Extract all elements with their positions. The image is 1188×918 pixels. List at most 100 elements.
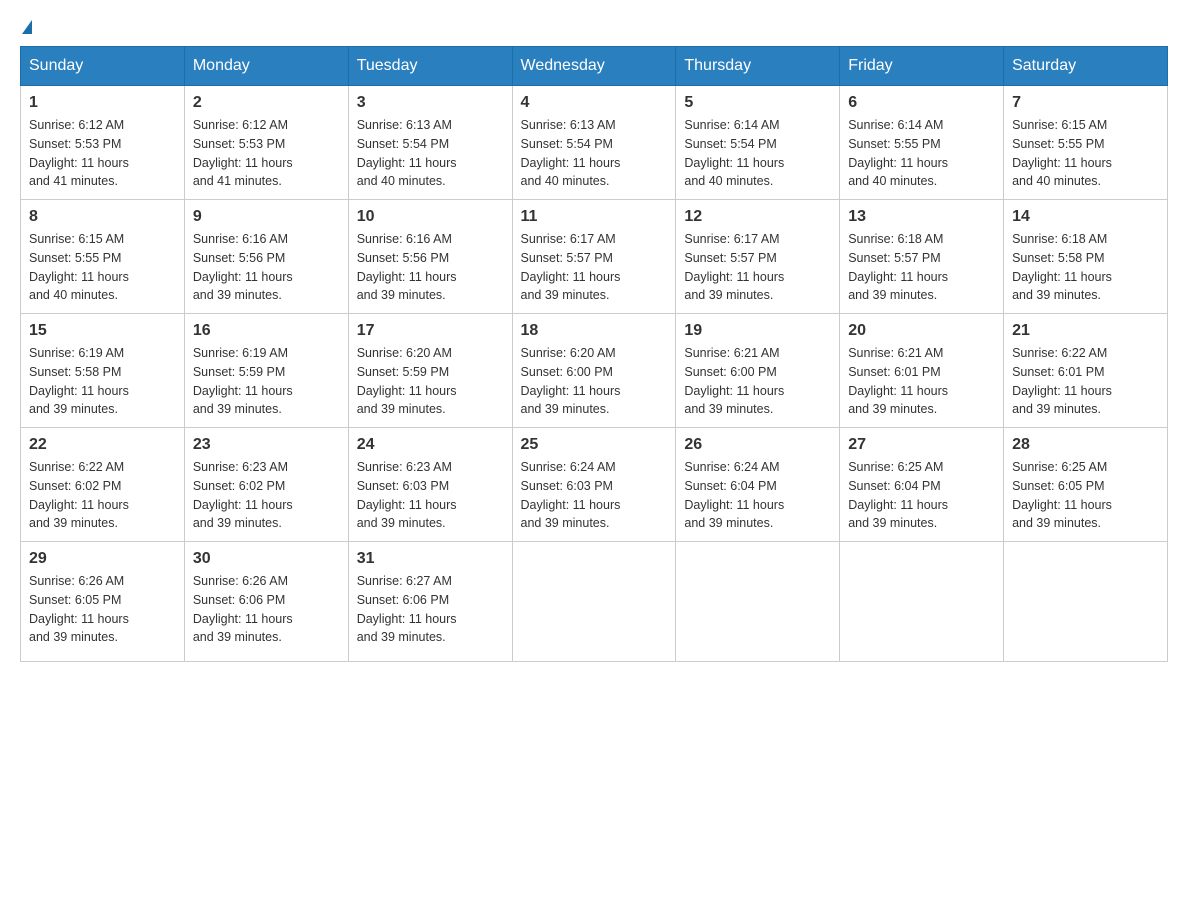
calendar-cell: 27 Sunrise: 6:25 AMSunset: 6:04 PMDaylig…	[840, 428, 1004, 542]
day-info: Sunrise: 6:21 AMSunset: 6:00 PMDaylight:…	[684, 346, 784, 416]
day-number: 13	[848, 208, 995, 226]
day-number: 11	[521, 208, 668, 226]
calendar-header-row: SundayMondayTuesdayWednesdayThursdayFrid…	[21, 47, 1168, 86]
day-number: 8	[29, 208, 176, 226]
calendar-cell	[840, 542, 1004, 662]
calendar-cell: 4 Sunrise: 6:13 AMSunset: 5:54 PMDayligh…	[512, 86, 676, 200]
calendar-cell: 13 Sunrise: 6:18 AMSunset: 5:57 PMDaylig…	[840, 200, 1004, 314]
calendar-cell: 23 Sunrise: 6:23 AMSunset: 6:02 PMDaylig…	[184, 428, 348, 542]
day-info: Sunrise: 6:22 AMSunset: 6:01 PMDaylight:…	[1012, 346, 1112, 416]
day-info: Sunrise: 6:19 AMSunset: 5:58 PMDaylight:…	[29, 346, 129, 416]
calendar-week-1: 1 Sunrise: 6:12 AMSunset: 5:53 PMDayligh…	[21, 86, 1168, 200]
day-number: 12	[684, 208, 831, 226]
day-number: 28	[1012, 436, 1159, 454]
day-info: Sunrise: 6:14 AMSunset: 5:55 PMDaylight:…	[848, 118, 948, 188]
day-info: Sunrise: 6:12 AMSunset: 5:53 PMDaylight:…	[29, 118, 129, 188]
calendar-cell: 2 Sunrise: 6:12 AMSunset: 5:53 PMDayligh…	[184, 86, 348, 200]
day-info: Sunrise: 6:17 AMSunset: 5:57 PMDaylight:…	[521, 232, 621, 302]
header-friday: Friday	[840, 47, 1004, 86]
day-info: Sunrise: 6:22 AMSunset: 6:02 PMDaylight:…	[29, 460, 129, 530]
day-info: Sunrise: 6:21 AMSunset: 6:01 PMDaylight:…	[848, 346, 948, 416]
day-info: Sunrise: 6:14 AMSunset: 5:54 PMDaylight:…	[684, 118, 784, 188]
calendar-cell: 9 Sunrise: 6:16 AMSunset: 5:56 PMDayligh…	[184, 200, 348, 314]
day-number: 21	[1012, 322, 1159, 340]
calendar-week-4: 22 Sunrise: 6:22 AMSunset: 6:02 PMDaylig…	[21, 428, 1168, 542]
calendar-cell: 3 Sunrise: 6:13 AMSunset: 5:54 PMDayligh…	[348, 86, 512, 200]
day-number: 22	[29, 436, 176, 454]
calendar-cell: 18 Sunrise: 6:20 AMSunset: 6:00 PMDaylig…	[512, 314, 676, 428]
calendar-cell	[512, 542, 676, 662]
calendar-cell: 28 Sunrise: 6:25 AMSunset: 6:05 PMDaylig…	[1004, 428, 1168, 542]
day-info: Sunrise: 6:13 AMSunset: 5:54 PMDaylight:…	[521, 118, 621, 188]
calendar-cell: 11 Sunrise: 6:17 AMSunset: 5:57 PMDaylig…	[512, 200, 676, 314]
day-info: Sunrise: 6:20 AMSunset: 5:59 PMDaylight:…	[357, 346, 457, 416]
calendar-cell: 22 Sunrise: 6:22 AMSunset: 6:02 PMDaylig…	[21, 428, 185, 542]
header-sunday: Sunday	[21, 47, 185, 86]
day-info: Sunrise: 6:26 AMSunset: 6:06 PMDaylight:…	[193, 574, 293, 644]
day-info: Sunrise: 6:19 AMSunset: 5:59 PMDaylight:…	[193, 346, 293, 416]
calendar-table: SundayMondayTuesdayWednesdayThursdayFrid…	[20, 46, 1168, 662]
day-info: Sunrise: 6:26 AMSunset: 6:05 PMDaylight:…	[29, 574, 129, 644]
calendar-cell	[676, 542, 840, 662]
calendar-cell: 14 Sunrise: 6:18 AMSunset: 5:58 PMDaylig…	[1004, 200, 1168, 314]
day-number: 18	[521, 322, 668, 340]
day-info: Sunrise: 6:13 AMSunset: 5:54 PMDaylight:…	[357, 118, 457, 188]
day-info: Sunrise: 6:20 AMSunset: 6:00 PMDaylight:…	[521, 346, 621, 416]
day-number: 16	[193, 322, 340, 340]
day-info: Sunrise: 6:27 AMSunset: 6:06 PMDaylight:…	[357, 574, 457, 644]
logo	[20, 20, 32, 26]
day-number: 30	[193, 550, 340, 568]
calendar-cell: 6 Sunrise: 6:14 AMSunset: 5:55 PMDayligh…	[840, 86, 1004, 200]
header-wednesday: Wednesday	[512, 47, 676, 86]
day-number: 20	[848, 322, 995, 340]
header-saturday: Saturday	[1004, 47, 1168, 86]
day-number: 10	[357, 208, 504, 226]
calendar-cell: 24 Sunrise: 6:23 AMSunset: 6:03 PMDaylig…	[348, 428, 512, 542]
header	[20, 20, 1168, 26]
day-info: Sunrise: 6:15 AMSunset: 5:55 PMDaylight:…	[29, 232, 129, 302]
day-number: 3	[357, 94, 504, 112]
day-info: Sunrise: 6:18 AMSunset: 5:57 PMDaylight:…	[848, 232, 948, 302]
day-number: 2	[193, 94, 340, 112]
calendar-cell: 25 Sunrise: 6:24 AMSunset: 6:03 PMDaylig…	[512, 428, 676, 542]
calendar-cell: 12 Sunrise: 6:17 AMSunset: 5:57 PMDaylig…	[676, 200, 840, 314]
day-number: 25	[521, 436, 668, 454]
calendar-cell: 31 Sunrise: 6:27 AMSunset: 6:06 PMDaylig…	[348, 542, 512, 662]
calendar-cell: 7 Sunrise: 6:15 AMSunset: 5:55 PMDayligh…	[1004, 86, 1168, 200]
calendar-cell: 17 Sunrise: 6:20 AMSunset: 5:59 PMDaylig…	[348, 314, 512, 428]
header-tuesday: Tuesday	[348, 47, 512, 86]
day-info: Sunrise: 6:16 AMSunset: 5:56 PMDaylight:…	[193, 232, 293, 302]
calendar-cell: 15 Sunrise: 6:19 AMSunset: 5:58 PMDaylig…	[21, 314, 185, 428]
day-number: 17	[357, 322, 504, 340]
day-info: Sunrise: 6:23 AMSunset: 6:03 PMDaylight:…	[357, 460, 457, 530]
day-number: 29	[29, 550, 176, 568]
logo-triangle-icon	[22, 20, 32, 34]
day-number: 5	[684, 94, 831, 112]
day-info: Sunrise: 6:15 AMSunset: 5:55 PMDaylight:…	[1012, 118, 1112, 188]
calendar-cell: 19 Sunrise: 6:21 AMSunset: 6:00 PMDaylig…	[676, 314, 840, 428]
calendar-week-2: 8 Sunrise: 6:15 AMSunset: 5:55 PMDayligh…	[21, 200, 1168, 314]
day-info: Sunrise: 6:24 AMSunset: 6:03 PMDaylight:…	[521, 460, 621, 530]
day-number: 31	[357, 550, 504, 568]
day-number: 4	[521, 94, 668, 112]
day-info: Sunrise: 6:23 AMSunset: 6:02 PMDaylight:…	[193, 460, 293, 530]
day-number: 7	[1012, 94, 1159, 112]
day-info: Sunrise: 6:16 AMSunset: 5:56 PMDaylight:…	[357, 232, 457, 302]
day-info: Sunrise: 6:25 AMSunset: 6:04 PMDaylight:…	[848, 460, 948, 530]
day-number: 23	[193, 436, 340, 454]
calendar-cell: 5 Sunrise: 6:14 AMSunset: 5:54 PMDayligh…	[676, 86, 840, 200]
calendar-cell: 8 Sunrise: 6:15 AMSunset: 5:55 PMDayligh…	[21, 200, 185, 314]
day-info: Sunrise: 6:25 AMSunset: 6:05 PMDaylight:…	[1012, 460, 1112, 530]
day-number: 27	[848, 436, 995, 454]
calendar-week-5: 29 Sunrise: 6:26 AMSunset: 6:05 PMDaylig…	[21, 542, 1168, 662]
calendar-cell: 20 Sunrise: 6:21 AMSunset: 6:01 PMDaylig…	[840, 314, 1004, 428]
day-number: 26	[684, 436, 831, 454]
day-number: 24	[357, 436, 504, 454]
header-monday: Monday	[184, 47, 348, 86]
calendar-cell: 26 Sunrise: 6:24 AMSunset: 6:04 PMDaylig…	[676, 428, 840, 542]
day-number: 19	[684, 322, 831, 340]
day-number: 1	[29, 94, 176, 112]
calendar-cell: 30 Sunrise: 6:26 AMSunset: 6:06 PMDaylig…	[184, 542, 348, 662]
calendar-cell: 1 Sunrise: 6:12 AMSunset: 5:53 PMDayligh…	[21, 86, 185, 200]
day-info: Sunrise: 6:12 AMSunset: 5:53 PMDaylight:…	[193, 118, 293, 188]
